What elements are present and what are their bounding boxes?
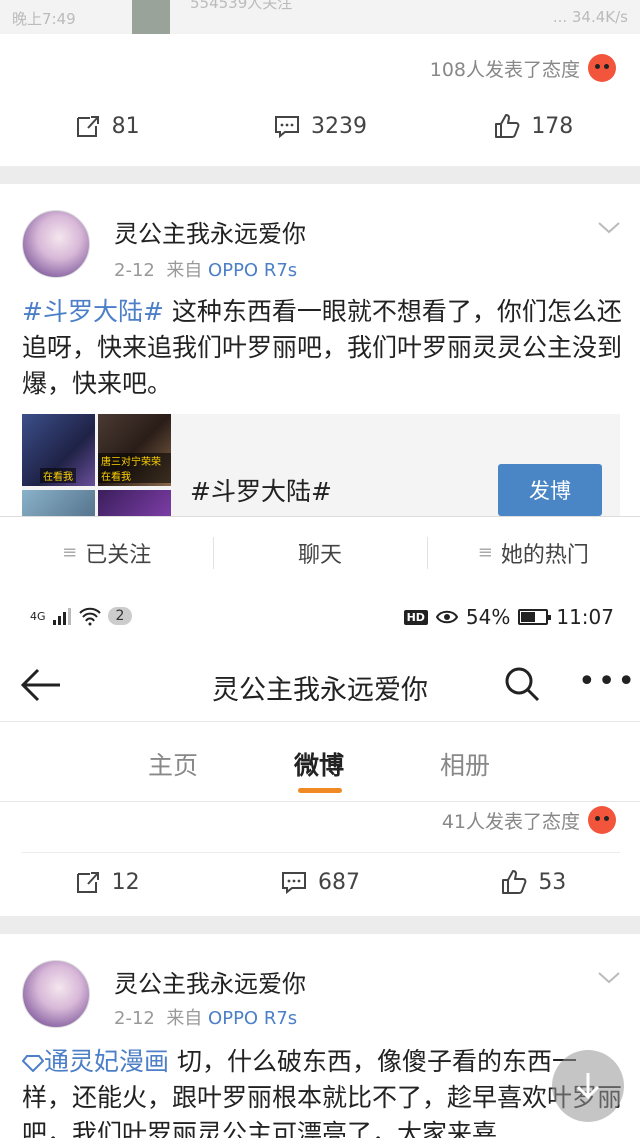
post-card-1: 108人发表了态度 81 3239 178 xyxy=(0,34,640,166)
topic-title: #斗罗大陆# xyxy=(190,477,332,506)
repost-icon xyxy=(76,116,99,137)
reaction-text: 108人发表了态度 xyxy=(429,58,580,81)
post-card-4: 灵公主我永远爱你 2-12 来自 OPPO R7s 通灵妃漫画 切，什么破东西，… xyxy=(0,934,640,1138)
thumbs-up-icon xyxy=(502,870,527,894)
battery-percent: 54% xyxy=(465,605,511,629)
profile-action-bar: ≡ 已关注 聊天 ≡ 她的热门 xyxy=(0,516,640,588)
comment-button[interactable]: 3239 xyxy=(213,112,426,140)
post-username[interactable]: 灵公主我永远爱你 xyxy=(114,964,306,999)
post-date: 2-12 xyxy=(114,1008,155,1029)
status-right: HD 54% 11:07 xyxy=(403,605,614,629)
tab-hot-posts-label: 她的热门 xyxy=(500,542,589,568)
tab-chat[interactable]: 聊天 xyxy=(213,517,426,588)
post-topic-button[interactable]: 发博 xyxy=(498,464,602,516)
comment-count: 687 xyxy=(317,869,360,895)
hashtag-link[interactable]: #斗罗大陆# xyxy=(22,297,164,326)
post-actions: 81 3239 178 xyxy=(0,112,640,140)
arrow-down-icon xyxy=(576,1073,600,1100)
more-options-icon[interactable]: ••• xyxy=(578,667,637,697)
eye-icon xyxy=(435,610,458,624)
angry-face-icon xyxy=(588,54,616,82)
battery-icon xyxy=(518,609,552,625)
comment-button[interactable]: 687 xyxy=(213,868,426,896)
menu-icon: ≡ xyxy=(62,542,78,563)
post-username[interactable]: 灵公主我永远爱你 xyxy=(114,214,306,249)
source-prefix: 来自 xyxy=(166,260,203,281)
super-topic-label: 通灵妃漫画 xyxy=(44,1047,170,1076)
comment-count: 3239 xyxy=(310,113,367,139)
hd-icon: HD xyxy=(403,609,428,625)
repost-count: 12 xyxy=(111,869,140,895)
topic-thumbnails: 在看我 唐三对宁荣荣在看我 xyxy=(22,414,172,516)
repost-button[interactable]: 12 xyxy=(0,868,213,896)
tab-hot-posts[interactable]: ≡ 她的热门 xyxy=(426,517,640,588)
faded-net-speed: ... 34.4K/s xyxy=(552,8,628,26)
card-divider xyxy=(0,166,640,184)
scroll-down-button[interactable] xyxy=(552,1050,624,1122)
faded-time: 晚上7:49 xyxy=(12,10,76,28)
faded-caption: 554539人关注 xyxy=(190,0,293,12)
tab-home[interactable]: 主页 xyxy=(148,746,198,782)
faded-thumbnail xyxy=(132,0,170,34)
like-count: 178 xyxy=(531,113,574,139)
post-body: 通灵妃漫画 切，什么破东西，像傻子看的东西一样，还能火，跟叶罗丽根本就比不了，趁… xyxy=(21,1044,622,1138)
repost-icon xyxy=(76,872,99,893)
post-meta: 2-12 来自 OPPO R7s xyxy=(114,256,297,282)
post-meta: 2-12 来自 OPPO R7s xyxy=(114,1004,297,1030)
reaction-summary[interactable]: 41人发表了态度 xyxy=(442,806,616,834)
tab-album[interactable]: 相册 xyxy=(440,746,490,782)
tab-chat-label: 聊天 xyxy=(297,542,342,568)
topic-card[interactable]: 在看我 唐三对宁荣荣在看我 #斗罗大陆# 发博 xyxy=(22,414,620,516)
wifi-icon xyxy=(78,607,101,626)
topic-thumbnail xyxy=(98,490,171,516)
post-body: #斗罗大陆# 这种东西看一眼就不想看了，你们怎么还追呀，快来追我们叶罗丽吧，我们… xyxy=(22,294,622,402)
avatar[interactable] xyxy=(22,210,90,278)
chevron-down-icon[interactable] xyxy=(596,964,622,990)
comment-icon xyxy=(281,872,306,895)
menu-icon: ≡ xyxy=(477,542,493,563)
faded-status-bar: 晚上7:49 554539人关注 ... 34.4K/s xyxy=(0,0,640,34)
tab-following[interactable]: ≡ 已关注 xyxy=(0,517,213,588)
status-time: 11:07 xyxy=(556,605,614,629)
topic-thumbnail: 唐三对宁荣荣在看我 xyxy=(98,414,171,486)
thumb-caption: 唐三对宁荣荣在看我 xyxy=(98,453,171,483)
post-actions: 12 687 53 xyxy=(0,868,640,896)
content-tabs: 主页 微博 相册 xyxy=(0,722,640,802)
top-nav-bar: 灵公主我永远爱你 ••• xyxy=(0,648,640,722)
signal-icon xyxy=(52,608,71,625)
comment-icon xyxy=(274,116,299,139)
topic-thumbnail xyxy=(22,490,95,516)
card-divider xyxy=(0,916,640,934)
avatar[interactable] xyxy=(22,960,90,1028)
chevron-down-icon[interactable] xyxy=(596,214,622,240)
thumbs-up-icon xyxy=(495,114,520,138)
reaction-text: 41人发表了态度 xyxy=(441,810,580,833)
reaction-summary[interactable]: 108人发表了态度 xyxy=(430,54,616,82)
topic-thumbnail: 在看我 xyxy=(22,414,95,486)
active-tab-indicator xyxy=(298,788,342,793)
page-title: 灵公主我永远爱你 xyxy=(212,675,428,706)
diamond-icon xyxy=(21,1055,45,1073)
super-topic-link[interactable]: 通灵妃漫画 xyxy=(21,1047,170,1076)
source-prefix: 来自 xyxy=(166,1008,203,1029)
repost-count: 81 xyxy=(111,113,140,139)
post-date: 2-12 xyxy=(114,260,155,281)
status-left: 4G 2 xyxy=(30,606,133,626)
notification-badge: 2 xyxy=(107,607,133,625)
post-card-3: 41人发表了态度 12 687 53 xyxy=(0,802,640,916)
post-device[interactable]: OPPO R7s xyxy=(208,1008,297,1029)
search-icon[interactable] xyxy=(502,664,542,704)
tab-weibo[interactable]: 微博 xyxy=(294,746,344,782)
status-bar: 4G 2 HD 54% 11:07 xyxy=(0,588,640,648)
angry-face-icon xyxy=(588,806,616,834)
like-button[interactable]: 178 xyxy=(427,112,640,140)
post-device[interactable]: OPPO R7s xyxy=(208,260,297,281)
thumb-caption: 在看我 xyxy=(40,468,76,483)
like-button[interactable]: 53 xyxy=(427,868,640,896)
like-count: 53 xyxy=(538,869,567,895)
tab-following-label: 已关注 xyxy=(85,542,152,568)
repost-button[interactable]: 81 xyxy=(0,112,213,140)
network-type: 4G xyxy=(30,609,46,623)
divider-line xyxy=(22,852,620,853)
